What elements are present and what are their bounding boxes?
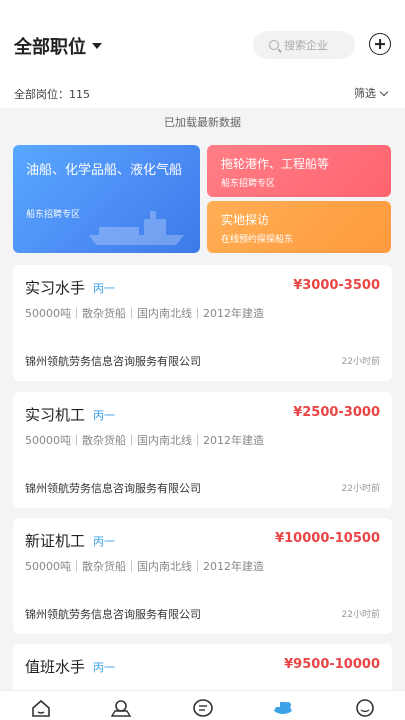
job-meta: 50000吨｜散杂货船｜国内南北线｜2012年建造: [25, 434, 264, 447]
position-filter-dropdown[interactable]: 全部职位: [14, 33, 102, 59]
salary: ¥2500-3000: [293, 405, 380, 420]
top-header: 全部职位 搜索企业 全部岗位：115 筛选: [0, 0, 405, 108]
certificate-tag: 丙一: [93, 408, 116, 422]
banner-title: 实地探访: [221, 213, 270, 227]
banner-title: 油船、化学品船、液化气船: [26, 163, 183, 178]
job-title: 实习机工: [25, 406, 86, 424]
crew-icon[interactable]: [110, 699, 132, 717]
post-time: 22小时前: [341, 357, 380, 367]
banner-subtitle: 船东招聘专区: [221, 179, 276, 189]
company-name: 锦州领航劳务信息咨询服务有限公司: [25, 355, 201, 368]
visit-banner[interactable]: 实地探访 在线预约探探船东: [207, 201, 391, 253]
loaded-notice: 已加载最新数据: [164, 116, 241, 129]
banner-title: 拖轮港作、工程船等: [221, 157, 330, 171]
certificate-tag: 丙一: [93, 281, 116, 295]
caret-down-icon: [92, 43, 102, 49]
job-meta: 50000吨｜散杂货船｜国内南北线｜2012年建造: [25, 307, 264, 320]
profile-icon[interactable]: [354, 699, 376, 717]
job-title: 新证机工: [25, 532, 86, 550]
banner-subtitle: 在线预约探探船东: [221, 235, 294, 245]
message-icon[interactable]: [192, 699, 214, 717]
certificate-tag: 丙一: [93, 534, 116, 548]
chevron-down-icon: [379, 87, 389, 96]
job-count: 全部岗位：115: [14, 88, 90, 101]
company-name: 锦州领航劳务信息咨询服务有限公司: [25, 608, 201, 621]
salary: ¥9500-10000: [284, 657, 380, 672]
job-meta: 50000吨｜散杂货船｜国内南北线｜2012年建造: [25, 560, 264, 573]
salary: ¥3000-3500: [293, 278, 380, 293]
post-time: 22小时前: [341, 484, 380, 494]
tug-banner[interactable]: 拖轮港作、工程船等 船东招聘专区: [207, 145, 391, 197]
salary: ¥10000-10500: [275, 531, 380, 546]
company-name: 锦州领航劳务信息咨询服务有限公司: [25, 482, 201, 495]
job-title: 值班水手: [25, 658, 86, 676]
tanker-banner[interactable]: 油船、化学品船、液化气船 船东招聘专区: [13, 145, 200, 253]
search-placeholder: 搜索企业: [284, 39, 328, 52]
add-button[interactable]: [369, 33, 391, 55]
home-icon[interactable]: [30, 699, 52, 717]
job-card[interactable]: 值班水手 丙一 ¥9500-10000: [13, 644, 392, 690]
filter-button[interactable]: 筛选: [354, 85, 389, 101]
bottom-tab-bar: [0, 690, 405, 720]
job-card[interactable]: 实习机工 丙一 ¥2500-3000 50000吨｜散杂货船｜国内南北线｜2012…: [13, 392, 392, 508]
page-title: 全部职位: [14, 37, 86, 58]
jobs-icon[interactable]: [272, 699, 294, 717]
post-time: 22小时前: [341, 610, 380, 620]
banner-subtitle: 船东招聘专区: [26, 210, 81, 220]
search-icon: [269, 40, 279, 50]
ship-icon: [89, 211, 184, 245]
job-title: 实习水手: [25, 279, 86, 297]
job-card[interactable]: 实习水手 丙一 ¥3000-3500 50000吨｜散杂货船｜国内南北线｜2012…: [13, 265, 392, 381]
certificate-tag: 丙一: [93, 660, 116, 674]
filter-label: 筛选: [354, 87, 376, 100]
job-card[interactable]: 新证机工 丙一 ¥10000-10500 50000吨｜散杂货船｜国内南北线｜20…: [13, 518, 392, 634]
search-input[interactable]: 搜索企业: [253, 31, 355, 59]
